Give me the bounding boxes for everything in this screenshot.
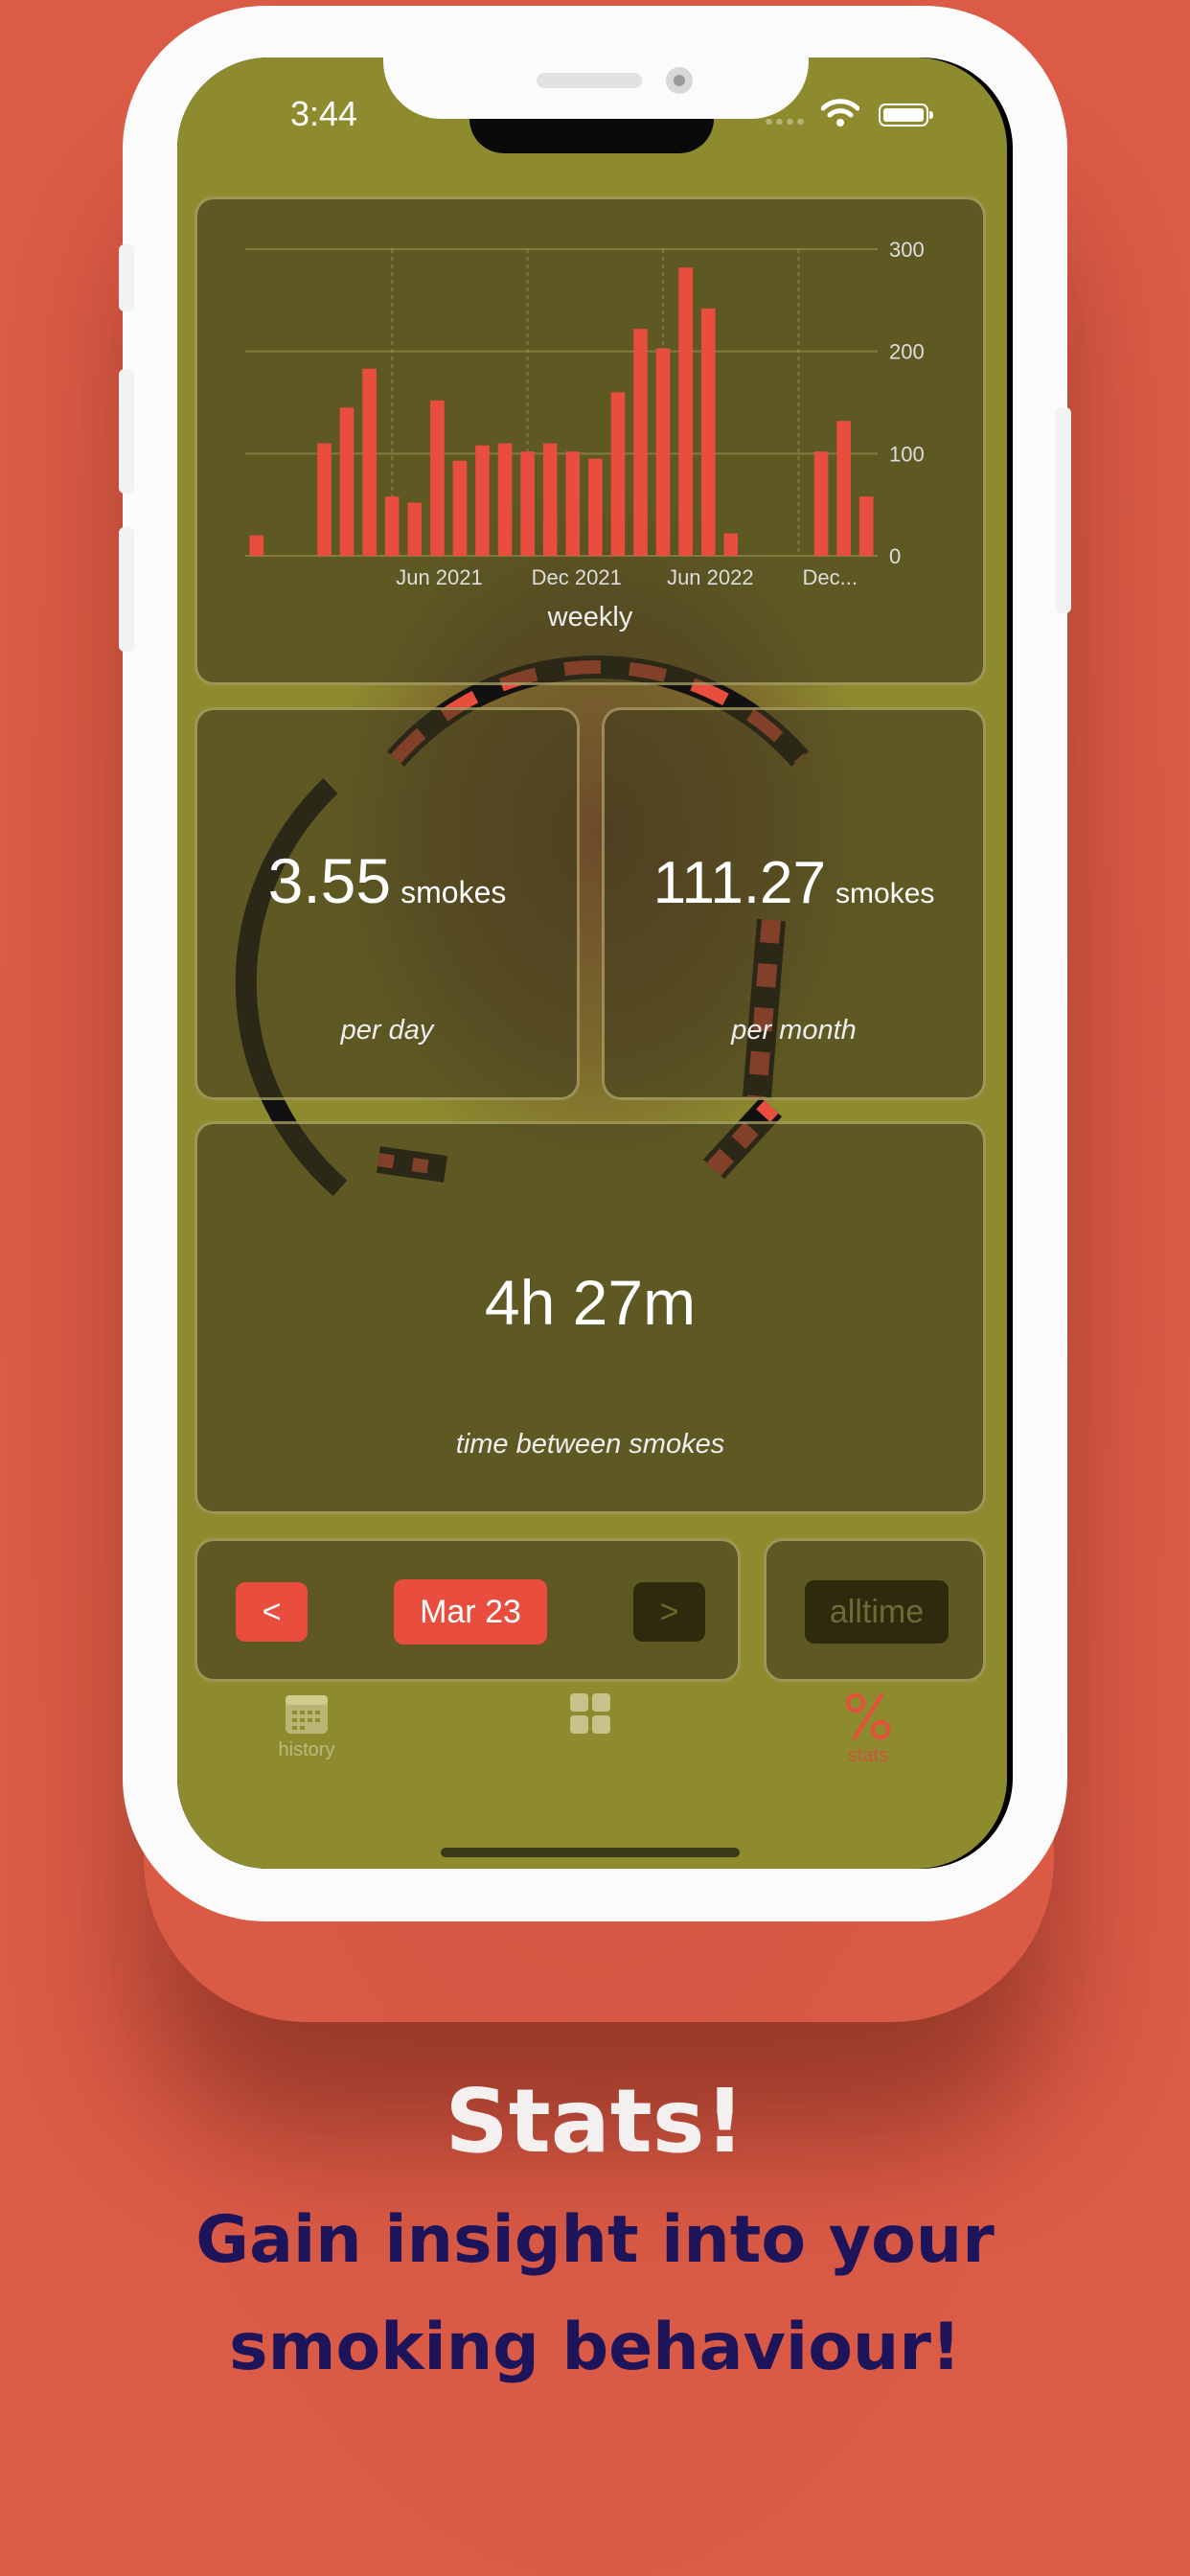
per-day-card: 3.55 smokes per day [195,707,580,1100]
phone-screen: 3:44 300 200 100 0 Jun 2021 Dec 2021 Jun 2022 D… [177,58,1013,1869]
volume-down-button [119,527,134,652]
tab-bar: history stats [177,1691,1007,1806]
x-tick-label: Jun 2022 [667,565,754,589]
chart-bar [407,502,423,556]
chart-bar [497,443,513,556]
tab-history[interactable]: history [220,1691,393,1761]
previous-period-button[interactable]: < [236,1582,308,1642]
chart-bar [430,400,445,556]
per-month-unit: smokes [835,878,935,909]
weekly-chart-card: 300 200 100 0 Jun 2021 Dec 2021 Jun 2022 Dec...… [195,196,986,685]
time-between-stat: 4h 27m [197,1266,983,1339]
sensor-housing [469,119,714,153]
chart-bar [249,535,264,556]
current-period-button[interactable]: Mar 23 [394,1579,547,1644]
y-tick-label: 100 [889,442,925,466]
calendar-icon [286,1695,328,1734]
x-tick-label: Jun 2021 [396,565,483,589]
y-tick-label: 0 [889,544,901,568]
chart-caption: weekly [547,602,633,632]
home-indicator[interactable] [441,1848,740,1857]
y-tick-label: 300 [889,238,925,262]
chart-bar [542,443,558,556]
chart-bar [836,421,851,556]
chart-bar [700,308,716,556]
x-tick-label: Dec... [803,565,858,589]
time-between-label: time between smokes [455,1429,725,1460]
per-month-stat: 111.27 smokes [605,849,983,917]
power-button [1056,407,1071,613]
chart-bar [633,329,648,556]
per-day-stat: 3.55 smokes [197,844,577,917]
volume-up-button [119,369,134,494]
next-period-button[interactable]: > [633,1582,705,1642]
grid-icon [570,1693,610,1734]
per-day-value: 3.55 [267,845,392,916]
weekly-bar-chart: 300 200 100 0 Jun 2021 Dec 2021 Jun 2022 Dec... [245,238,925,589]
tab-stats[interactable]: stats [782,1691,954,1767]
chart-bar [362,368,377,556]
per-month-label: per month [731,1015,857,1046]
chart-bar [520,451,535,556]
chart-bar [813,451,829,556]
alltime-button[interactable]: alltime [805,1580,949,1644]
promo-subtitle: Gain insight into your smoking behaviour… [195,2202,995,2385]
chart-bar [452,460,468,556]
tab-history-label: history [278,1739,335,1760]
tab-dashboard[interactable] [504,1691,676,1739]
time-between-card: 4h 27m time between smokes [195,1121,986,1514]
x-tick-label: Dec 2021 [532,565,622,589]
chart-bar [317,443,332,556]
y-tick-label: 200 [889,340,925,364]
time-between-value: 4h 27m [484,1267,697,1338]
per-day-label: per day [340,1015,434,1046]
phone-notch [383,58,809,119]
front-camera [666,67,693,94]
period-nav-card: < Mar 23 > [195,1538,741,1682]
speaker-grille [537,73,642,88]
chart-bar [339,407,355,556]
app-screen: 3:44 300 200 100 0 Jun 2021 Dec 2021 Jun 2022 D… [177,58,1007,1869]
chart-bar [610,392,626,556]
chart-bar [475,445,490,556]
chart-bar [678,267,693,556]
per-month-card: 111.27 smokes per month [602,707,986,1100]
per-day-unit: smokes [400,875,507,909]
chart-bar [565,451,581,556]
percent-icon [846,1693,890,1739]
alltime-card: alltime [764,1538,986,1682]
chart-bar [723,533,739,556]
chart-bar [655,348,671,556]
chart-bar [588,458,603,556]
chart-bar [858,496,874,556]
tab-stats-label: stats [847,1745,889,1766]
mute-switch [119,244,134,311]
per-month-value: 111.27 [652,850,827,916]
chart-bar [384,496,400,556]
promo-title: Stats! [445,2070,745,2173]
